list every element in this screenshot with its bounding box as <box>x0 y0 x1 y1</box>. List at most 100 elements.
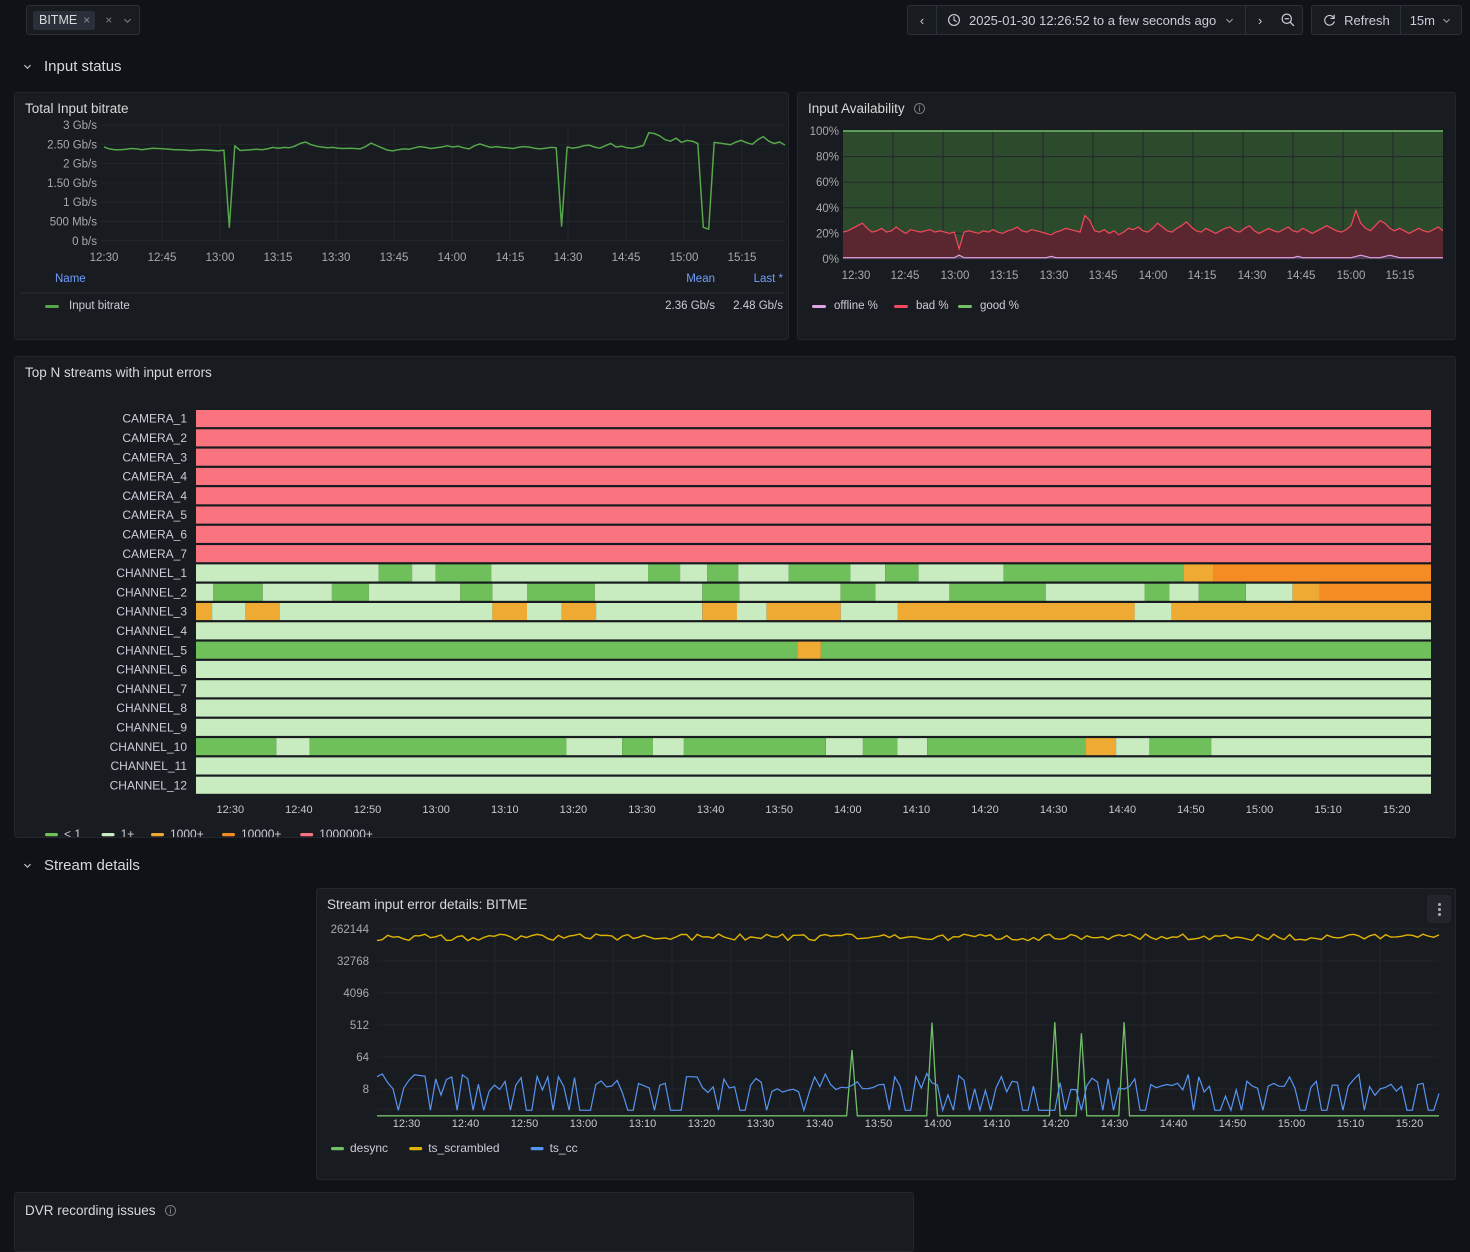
heatmap-cell <box>460 584 492 601</box>
time-shift-forward-button[interactable]: › <box>1246 6 1274 34</box>
heatmap-row-label: CAMERA_2 <box>122 431 187 445</box>
heatmap-cell <box>280 603 492 620</box>
time-range-picker[interactable]: ‹ 2025-01-30 12:26:52 to a few seconds a… <box>907 5 1303 35</box>
time-shift-back-button[interactable]: ‹ <box>908 6 936 34</box>
heatmap-cell <box>595 584 702 601</box>
heatmap-row-label: CAMERA_3 <box>122 450 187 464</box>
x-tick: 13:00 <box>570 1118 598 1130</box>
heatmap-cell <box>1246 584 1293 601</box>
variable-pill[interactable]: BITME × <box>33 11 95 30</box>
panel-title: Stream input error details: BITME <box>317 889 1455 912</box>
info-icon[interactable] <box>913 102 926 115</box>
heatmap-cell <box>826 738 863 755</box>
chevron-down-icon[interactable] <box>22 860 32 871</box>
variable-selector[interactable]: BITME × × <box>26 5 140 35</box>
heatmap-cell <box>436 564 492 581</box>
heatmap-row-label: CAMERA_4 <box>122 470 187 484</box>
panel-total-input-bitrate: Total Input bitrate 3 Gb/s 2.50 Gb/s 2 <box>14 92 789 340</box>
heatmap-row-label: CHANNEL_10 <box>110 740 188 754</box>
heatmap-cell <box>196 603 212 620</box>
y-tick: 64 <box>356 1052 369 1064</box>
heatmap-row-label: CAMERA_7 <box>122 547 187 561</box>
heatmap-cell <box>276 738 309 755</box>
heatmap-cell <box>1046 584 1145 601</box>
x-tick: 13:00 <box>206 252 235 264</box>
x-tick: 12:50 <box>354 804 382 816</box>
legend-swatch <box>45 833 58 836</box>
heatmap-row-label: CHANNEL_4 <box>116 624 187 638</box>
row-header-stream-details[interactable]: Stream details <box>0 851 140 879</box>
row-header-input-status[interactable]: Input status <box>0 52 122 80</box>
heatmap-cell <box>310 738 567 755</box>
heatmap-row-label: CHANNEL_2 <box>116 585 187 599</box>
x-tick: 15:20 <box>1396 1118 1424 1130</box>
heatmap-cell <box>196 449 1431 466</box>
heatmap-cell <box>567 738 623 755</box>
panel-title: DVR recording issues <box>25 1203 156 1218</box>
heatmap-cell <box>1149 738 1211 755</box>
bitrate-chart: 3 Gb/s 2.50 Gb/s 2 Gb/s 1.50 Gb/s 1 Gb/s… <box>15 119 790 337</box>
x-tick: 15:10 <box>1314 804 1342 816</box>
x-tick: 14:10 <box>983 1118 1011 1130</box>
heatmap-cell <box>1169 584 1199 601</box>
legend-label-good: good % <box>980 300 1019 312</box>
heatmap-cell <box>767 603 841 620</box>
chevron-down-icon[interactable] <box>22 61 32 72</box>
heatmap-cell <box>1293 584 1320 601</box>
refresh-interval-button[interactable]: 15m <box>1400 6 1461 34</box>
close-icon[interactable]: × <box>83 13 90 27</box>
legend-last-value: 2.48 Gb/s <box>733 300 783 312</box>
y-tick: 1 Gb/s <box>63 197 97 209</box>
heatmap-cell <box>898 603 1135 620</box>
legend-label: 1+ <box>121 827 135 837</box>
panel-top-n-streams: Top N streams with input errors CAMERA_1… <box>14 356 1456 838</box>
refresh-button[interactable]: Refresh <box>1312 6 1400 34</box>
heatmap-row-label: CAMERA_6 <box>122 528 187 542</box>
heatmap-cell <box>738 564 789 581</box>
x-tick: 13:00 <box>941 270 970 282</box>
x-tick: 12:45 <box>148 252 177 264</box>
heatmap-cell <box>196 584 213 601</box>
legend-header-name: Name <box>55 273 86 285</box>
zoom-out-button[interactable] <box>1274 6 1302 34</box>
x-tick: 14:00 <box>924 1118 952 1130</box>
x-tick: 14:00 <box>438 252 467 264</box>
legend-swatch <box>102 833 115 836</box>
x-tick: 15:00 <box>1337 270 1366 282</box>
x-tick: 14:50 <box>1177 804 1205 816</box>
legend-label: desync <box>350 1141 388 1155</box>
legend-swatch <box>958 305 972 308</box>
chevron-down-icon[interactable] <box>122 15 133 26</box>
y-tick: 500 Mb/s <box>50 217 98 229</box>
time-range-text: 2025-01-30 12:26:52 to a few seconds ago <box>969 13 1216 28</box>
panel-title: Total Input bitrate <box>15 93 788 116</box>
heatmap-cell <box>379 564 412 581</box>
heatmap-cell <box>196 507 1431 524</box>
x-tick: 14:10 <box>903 804 931 816</box>
clear-all-icon[interactable]: × <box>105 13 112 27</box>
x-tick: 13:50 <box>765 804 793 816</box>
chevron-down-icon[interactable] <box>1224 15 1235 26</box>
legend-swatch <box>409 1147 422 1150</box>
heatmap-cell <box>1085 738 1116 755</box>
y-tick: 8 <box>363 1084 369 1096</box>
heatmap-cell <box>1004 564 1184 581</box>
y-tick: 0 b/s <box>72 236 97 248</box>
x-tick: 15:00 <box>1278 1118 1306 1130</box>
x-tick: 12:30 <box>393 1118 421 1130</box>
heatmap-cell <box>196 738 276 755</box>
chevron-down-icon[interactable] <box>1441 15 1452 26</box>
heatmap-cell <box>1172 603 1431 620</box>
heatmap-cell <box>789 564 851 581</box>
y-tick: 2.50 Gb/s <box>47 139 97 151</box>
legend-swatch <box>222 833 235 836</box>
heatmap-cell <box>1320 584 1431 601</box>
x-tick: 13:50 <box>865 1118 893 1130</box>
time-range-button[interactable]: 2025-01-30 12:26:52 to a few seconds ago <box>936 6 1246 34</box>
clock-icon <box>947 13 961 27</box>
x-tick: 14:20 <box>971 804 999 816</box>
x-tick: 12:50 <box>511 1118 539 1130</box>
y-tick: 40% <box>816 203 839 215</box>
heatmap-cell <box>1214 564 1431 581</box>
info-icon[interactable] <box>164 1204 177 1217</box>
